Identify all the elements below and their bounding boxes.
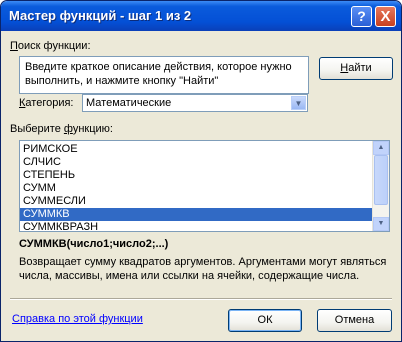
function-help-link[interactable]: Справка по этой функции [12, 313, 143, 325]
ok-button[interactable]: ОК [228, 309, 302, 332]
scroll-up-icon[interactable]: ▲ [373, 141, 389, 155]
help-button[interactable]: ? [351, 6, 372, 27]
list-item[interactable]: РИМСКОЕ [20, 143, 373, 156]
title-bar[interactable]: Мастер функций - шаг 1 из 2 ? X [1, 1, 401, 31]
chevron-down-icon[interactable]: ▼ [291, 96, 306, 110]
scroll-thumb[interactable] [374, 155, 388, 205]
list-item[interactable]: СУММЕСЛИ [20, 195, 373, 208]
category-value: Математические [86, 97, 172, 109]
list-item[interactable]: СТЕПЕНЬ [20, 169, 373, 182]
function-description: Возвращает сумму квадратов аргументов. А… [19, 256, 387, 282]
find-button[interactable]: Найти [319, 57, 393, 80]
search-label: Поиск функции: [10, 40, 91, 52]
dialog-body: Поиск функции: Введите краткое описание … [4, 31, 398, 339]
list-item[interactable]: СУММКВРАЗН [20, 221, 373, 231]
category-label: Категория: [19, 97, 74, 109]
close-button[interactable]: X [375, 6, 396, 27]
cancel-button[interactable]: Отмена [317, 309, 392, 332]
category-select[interactable]: Математические ▼ [82, 94, 308, 112]
function-list-label: Выберите функцию: [10, 123, 113, 135]
search-description-input[interactable]: Введите краткое описание действия, котор… [19, 56, 309, 94]
list-item-selected[interactable]: СУММКВ [20, 208, 373, 221]
function-list[interactable]: РИМСКОЕ СЛЧИС СТЕПЕНЬ СУММ СУММЕСЛИ СУММ… [19, 140, 390, 232]
scroll-down-icon[interactable]: ▼ [373, 217, 389, 231]
list-item[interactable]: СЛЧИС [20, 156, 373, 169]
divider [10, 298, 392, 300]
function-wizard-dialog: Мастер функций - шаг 1 из 2 ? X Поиск фу… [0, 0, 402, 342]
list-scrollbar[interactable]: ▲ ▼ [372, 141, 389, 231]
list-item[interactable]: СУММ [20, 182, 373, 195]
window-title: Мастер функций - шаг 1 из 2 [9, 8, 192, 23]
function-syntax: СУММКВ(число1;число2;...) [19, 238, 169, 250]
